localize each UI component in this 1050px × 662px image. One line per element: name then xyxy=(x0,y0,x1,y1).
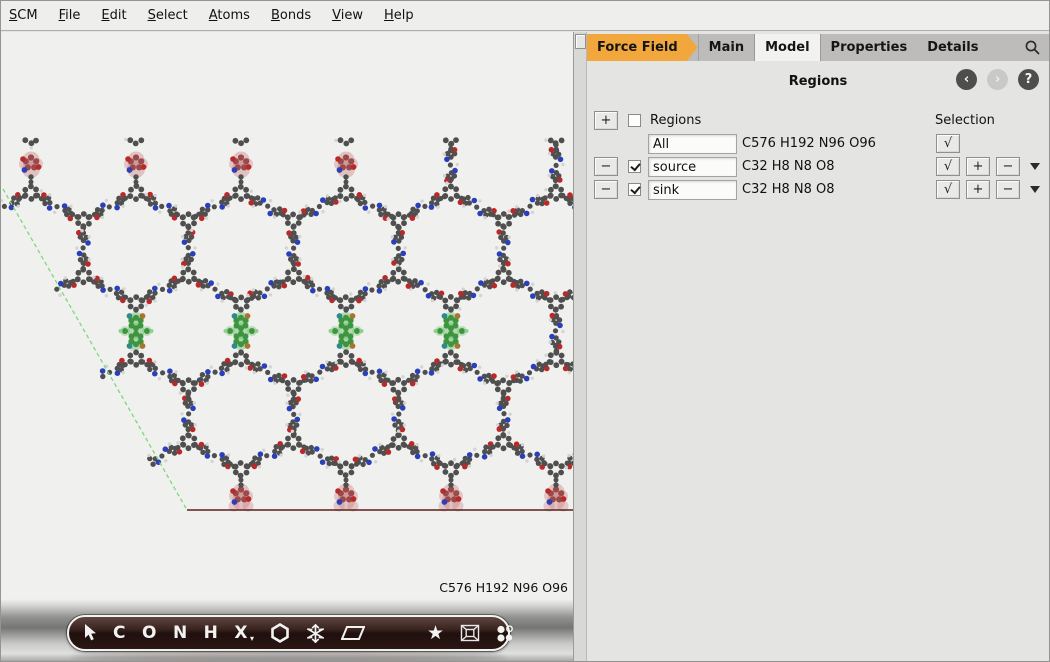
region-sink-dropdown-icon[interactable]: ▼ xyxy=(1030,186,1040,193)
region-formula-all: C576 H192 N96 O96 xyxy=(742,136,876,151)
region-formula-sink: C32 H8 N8 O8 xyxy=(742,182,835,197)
molecule-viewport[interactable]: C576 H192 N96 O96 C O N H X ▾ xyxy=(1,32,574,661)
add-to-region-source-button[interactable]: + xyxy=(966,157,990,176)
picker-caret-icon: ▾ xyxy=(250,634,254,643)
menu-atoms[interactable]: Atoms xyxy=(209,8,250,23)
divider-grip-handle[interactable] xyxy=(575,34,586,49)
molecule-structure[interactable] xyxy=(1,32,573,600)
select-region-sink-button[interactable]: √ xyxy=(936,180,960,199)
forward-button[interactable]: › xyxy=(987,69,1008,90)
pane-divider[interactable] xyxy=(574,32,587,661)
snowflake-icon xyxy=(306,624,325,643)
parallelogram-icon xyxy=(341,625,365,641)
search-icon[interactable] xyxy=(1024,39,1041,56)
add-to-region-sink-button[interactable]: + xyxy=(966,180,990,199)
hexagon-icon xyxy=(270,623,290,643)
tab-model[interactable]: Model xyxy=(754,34,820,61)
menubar: SCM File Edit Select Atoms Bonds View Help xyxy=(1,1,1049,31)
region-sink-checkbox[interactable] xyxy=(628,183,641,196)
tab-details[interactable]: Details xyxy=(917,34,988,61)
add-region-button[interactable]: + xyxy=(594,111,618,130)
tab-properties[interactable]: Properties xyxy=(821,34,918,61)
element-o-button[interactable]: O xyxy=(142,618,157,648)
tab-main[interactable]: Main xyxy=(698,34,754,61)
viewport-floor: C O N H X ▾ xyxy=(1,599,573,661)
cursor-icon xyxy=(83,624,97,642)
application-window: SCM File Edit Select Atoms Bonds View Help C576… xyxy=(0,0,1050,662)
favorites-button[interactable]: ★ xyxy=(427,618,444,648)
region-row-source: − C32 H8 N8 O8 √ + − ▼ xyxy=(587,157,1049,179)
region-row-sink: − C32 H8 N8 O8 √ + − ▼ xyxy=(587,180,1049,202)
region-name-input-all[interactable] xyxy=(648,134,737,154)
element-c-button[interactable]: C xyxy=(113,618,126,648)
menu-bonds[interactable]: Bonds xyxy=(271,8,311,23)
selection-header-label: Selection xyxy=(935,113,995,128)
element-n-button[interactable]: N xyxy=(173,618,188,648)
menu-edit[interactable]: Edit xyxy=(101,8,126,23)
remove-region-sink-button[interactable]: − xyxy=(594,180,618,199)
panel-nav: ‹ › ? xyxy=(956,69,1039,90)
menu-view[interactable]: View xyxy=(332,8,363,23)
cell-view-button[interactable] xyxy=(460,618,480,648)
ring-tool-button[interactable] xyxy=(270,618,290,648)
region-name-input-source[interactable] xyxy=(648,157,737,177)
region-row-all: C576 H192 N96 O96 √ xyxy=(587,134,1049,156)
cell-box-icon xyxy=(460,624,480,642)
remove-from-region-source-button[interactable]: − xyxy=(996,157,1020,176)
builder-toolbar: C O N H X ▾ xyxy=(67,615,510,651)
region-source-checkbox[interactable] xyxy=(628,160,641,173)
regions-master-checkbox[interactable] xyxy=(628,114,641,127)
freeze-tool-button[interactable] xyxy=(306,618,325,648)
region-source-dropdown-icon[interactable]: ▼ xyxy=(1030,163,1040,170)
toolbar-reflection xyxy=(71,653,506,661)
pointer-tool-button[interactable] xyxy=(83,618,97,648)
region-name-input-sink[interactable] xyxy=(648,180,737,200)
settings-panel: Force Field Main Model Properties Detail… xyxy=(587,32,1049,661)
molecules-view-button[interactable] xyxy=(496,618,514,648)
select-region-source-button[interactable]: √ xyxy=(936,157,960,176)
lattice-tool-button[interactable] xyxy=(341,618,365,648)
molecules-dots-icon xyxy=(496,625,514,642)
menu-select[interactable]: Select xyxy=(148,8,188,23)
select-region-all-button[interactable]: √ xyxy=(936,134,960,153)
remove-region-source-button[interactable]: − xyxy=(594,157,618,176)
regions-header-row: + Regions Selection xyxy=(587,111,1049,133)
regions-header-label: Regions xyxy=(650,113,701,128)
menu-scm[interactable]: SCM xyxy=(9,8,38,23)
element-h-button[interactable]: H xyxy=(204,618,219,648)
tab-force-field[interactable]: Force Field xyxy=(587,34,698,61)
menu-file[interactable]: File xyxy=(59,8,81,23)
menu-help[interactable]: Help xyxy=(384,8,414,23)
back-button[interactable]: ‹ xyxy=(956,69,977,90)
formula-status: C576 H192 N96 O96 xyxy=(439,580,568,595)
help-button[interactable]: ? xyxy=(1018,69,1039,90)
region-formula-source: C32 H8 N8 O8 xyxy=(742,159,835,174)
element-picker-button[interactable]: X ▾ xyxy=(234,618,254,648)
tab-bar: Force Field Main Model Properties Detail… xyxy=(587,34,1049,61)
remove-from-region-sink-button[interactable]: − xyxy=(996,180,1020,199)
